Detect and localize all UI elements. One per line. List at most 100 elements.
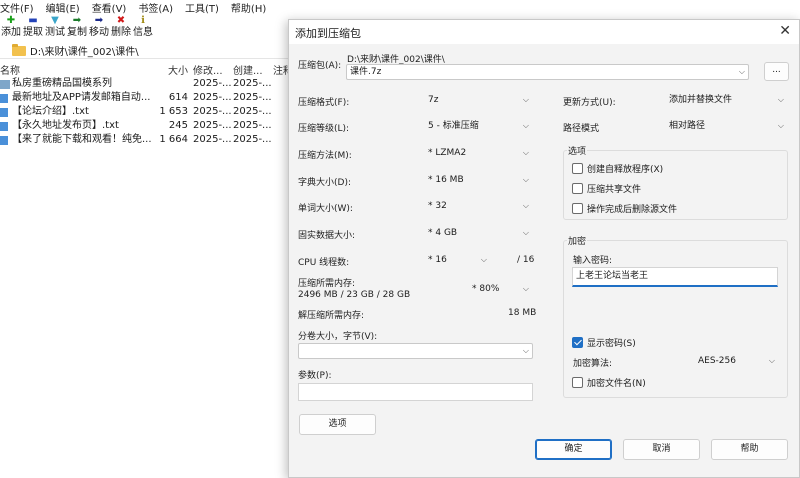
- encrypt-filenames-checkbox[interactable]: 加密文件名(N): [572, 376, 646, 389]
- ok-button[interactable]: 确定: [535, 439, 612, 460]
- file-icon: [0, 136, 8, 145]
- table-row[interactable]: 私房重磅精品国模系列 2025-... 2025-...: [0, 77, 300, 91]
- table-row[interactable]: 最新地址及APP请发邮箱自动... 614 2025-... 2025-...: [0, 91, 300, 105]
- chevron-down-icon: ⌵: [522, 201, 529, 210]
- column-name[interactable]: 名称: [0, 62, 20, 77]
- show-password-checkbox[interactable]: 显示密码(S): [572, 336, 636, 349]
- update-label: 更新方式(U):: [563, 98, 616, 108]
- word-label: 单词大小(W):: [298, 204, 353, 214]
- encryption-method-combo[interactable]: AES-256 ⌵: [694, 353, 779, 369]
- column-modified[interactable]: 修改...: [193, 62, 223, 77]
- checkbox-box: [572, 337, 583, 348]
- params-label: 参数(P):: [298, 371, 332, 381]
- archive-name-combo[interactable]: 课件.7z ⌵: [346, 64, 749, 80]
- params-input[interactable]: [298, 383, 533, 401]
- menu-bookmarks[interactable]: 书签(A): [138, 0, 173, 15]
- memory-label: 压缩所需内存:: [298, 279, 356, 289]
- level-label: 压缩等级(L):: [298, 124, 350, 134]
- create-sfx-checkbox[interactable]: 创建自释放程序(X): [572, 162, 663, 175]
- chevron-down-icon: ⌵: [522, 95, 529, 104]
- help-button[interactable]: 帮助: [711, 439, 788, 460]
- cpu-combo[interactable]: * 16 ⌵: [424, 252, 491, 268]
- method-combo[interactable]: * LZMA2 ⌵: [424, 145, 533, 161]
- arrow-right-icon: ➡: [94, 15, 104, 26]
- menu-tools[interactable]: 工具(T): [185, 0, 219, 15]
- check-arrow-icon: ▼: [51, 15, 59, 26]
- table-row[interactable]: 【论坛介绍】.txt 1 653 2025-... 2025-...: [0, 105, 300, 119]
- browse-button[interactable]: ...: [764, 62, 789, 81]
- split-combo[interactable]: ⌵: [298, 343, 533, 359]
- path-mode-combo[interactable]: 相对路径 ⌵: [665, 118, 788, 134]
- password-label: 输入密码:: [573, 256, 613, 266]
- chevron-down-icon: ⌵: [777, 121, 784, 130]
- folder-icon: [12, 43, 26, 56]
- solid-label: 固实数据大小:: [298, 231, 356, 241]
- file-icon: [0, 122, 8, 131]
- menu-file[interactable]: 文件(F): [0, 0, 34, 15]
- folder-icon: [0, 80, 10, 89]
- options-group-title: 选项: [567, 144, 588, 157]
- info-icon: ℹ: [141, 15, 145, 26]
- format-combo[interactable]: 7z ⌵: [424, 92, 533, 108]
- cpu-label: CPU 线程数:: [298, 258, 350, 268]
- chevron-down-icon: ⌵: [522, 346, 529, 355]
- column-created[interactable]: 创建...: [233, 62, 263, 77]
- chevron-down-icon: ⌵: [522, 121, 529, 130]
- checkbox-box: [572, 377, 583, 388]
- chevron-down-icon: ⌵: [480, 255, 487, 264]
- options-button[interactable]: 选项: [299, 414, 376, 435]
- delete-after-checkbox[interactable]: 操作完成后删除源文件: [572, 202, 677, 215]
- encryption-method-label: 加密算法:: [573, 359, 613, 369]
- arrow-right-icon: ➡: [72, 15, 82, 26]
- checkbox-box: [572, 203, 583, 214]
- dialog-title: 添加到压缩包: [295, 27, 361, 40]
- add-to-archive-dialog: 添加到压缩包 ✕ 压缩包(A): D:\来财\课件_002\课件\ 课件.7z …: [288, 19, 800, 478]
- menu-edit[interactable]: 编辑(E): [46, 0, 80, 15]
- encryption-group-title: 加密: [567, 234, 588, 247]
- menu-view[interactable]: 查看(V): [92, 0, 127, 15]
- path-mode-label: 路径模式: [563, 124, 600, 134]
- split-label: 分卷大小，字节(V):: [298, 332, 378, 342]
- chevron-down-icon: ⌵: [522, 148, 529, 157]
- cancel-button[interactable]: 取消: [623, 439, 700, 460]
- table-row[interactable]: 【来了就能下载和观看！纯免... 1 664 2025-... 2025-...: [0, 133, 300, 147]
- plus-icon: ✚: [6, 15, 16, 26]
- archive-label: 压缩包(A):: [298, 61, 342, 71]
- table-row[interactable]: 【永久地址发布页】.txt 245 2025-... 2025-...: [0, 119, 300, 133]
- x-icon: ✖: [116, 15, 126, 26]
- column-size[interactable]: 大小: [168, 62, 188, 77]
- update-combo[interactable]: 添加并替换文件 ⌵: [665, 92, 788, 108]
- file-icon: [0, 94, 8, 103]
- dict-label: 字典大小(D):: [298, 178, 351, 188]
- chevron-down-icon: ⌵: [777, 95, 784, 104]
- decompress-memory-label: 解压缩所需内存:: [298, 311, 365, 321]
- solid-combo[interactable]: * 4 GB ⌵: [424, 225, 533, 241]
- menu-help[interactable]: 帮助(H): [231, 0, 266, 15]
- memory-percent-combo[interactable]: * 80% ⌵: [468, 281, 533, 297]
- word-combo[interactable]: * 32 ⌵: [424, 198, 533, 214]
- cpu-total: / 16: [517, 255, 535, 265]
- menubar: 文件(F) 编辑(E) 查看(V) 书签(A) 工具(T) 帮助(H): [0, 0, 800, 15]
- dialog-titlebar[interactable]: 添加到压缩包 ✕: [289, 20, 799, 44]
- minus-icon: ▬: [28, 15, 38, 26]
- password-input[interactable]: 上老王论坛当老王: [572, 267, 778, 287]
- info-button[interactable]: ℹ 信息: [132, 14, 154, 42]
- format-label: 压缩格式(F):: [298, 98, 350, 108]
- compress-shared-checkbox[interactable]: 压缩共享文件: [572, 182, 641, 195]
- checkbox-box: [572, 183, 583, 194]
- chevron-down-icon: ⌵: [768, 356, 775, 365]
- address-path: D:\来财\课件_002\课件\: [30, 47, 139, 58]
- decompress-memory-value: 18 MB: [508, 308, 537, 318]
- toolbar: ✚ 添加 ▬ 提取 ▼ 测试 ➡ 复制 ➡ 移动 ✖ 删除 ℹ 信息: [0, 14, 300, 42]
- level-combo[interactable]: 5 - 标准压缩 ⌵: [424, 118, 533, 134]
- dict-combo[interactable]: * 16 MB ⌵: [424, 172, 533, 188]
- address-bar[interactable]: D:\来财\课件_002\课件\: [0, 43, 300, 59]
- method-label: 压缩方法(M):: [298, 151, 352, 161]
- chevron-down-icon: ⌵: [522, 228, 529, 237]
- memory-value: 2496 MB / 23 GB / 28 GB: [298, 290, 411, 300]
- chevron-down-icon: ⌵: [522, 175, 529, 184]
- file-icon: [0, 108, 8, 117]
- chevron-down-icon: ⌵: [522, 284, 529, 293]
- close-icon[interactable]: ✕: [779, 23, 791, 39]
- chevron-down-icon: ⌵: [738, 67, 745, 76]
